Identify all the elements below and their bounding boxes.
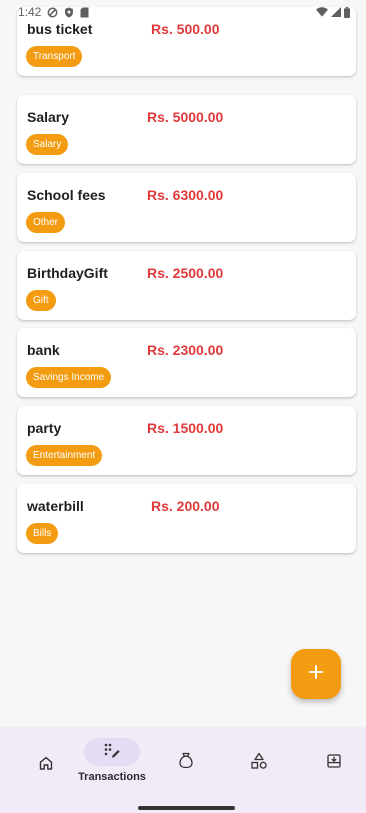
status-bar: 1:42 [0, 0, 366, 24]
nav-icon-container [158, 749, 214, 777]
transaction-title: School fees [27, 187, 106, 203]
nav-item-budget[interactable] [149, 727, 223, 813]
plus-icon [308, 664, 324, 685]
nav-label-transactions: Transactions [78, 771, 146, 783]
nav-item-home[interactable] [9, 727, 83, 813]
transaction-title: BirthdayGift [27, 265, 108, 281]
transaction-amount: Rs. 5000.00 [147, 109, 224, 125]
status-right [316, 6, 350, 18]
transaction-card[interactable]: party Rs. 1500.00 Entertainment [17, 406, 356, 475]
nav-icon-container [84, 738, 140, 766]
signal-icon [331, 7, 341, 17]
status-left: 1:42 [18, 5, 89, 19]
transaction-amount: Rs. 2300.00 [147, 342, 224, 358]
nav-icon-container [306, 749, 362, 777]
transaction-card[interactable]: School fees Rs. 6300.00 Other [17, 173, 356, 242]
category-chip: Gift [26, 290, 56, 311]
archive-icon [326, 753, 342, 774]
category-chip: Salary [26, 134, 69, 155]
wifi-icon [316, 7, 328, 17]
transaction-amount: Rs. 2500.00 [147, 265, 224, 281]
gesture-handle[interactable] [138, 806, 235, 810]
home-icon [38, 755, 54, 776]
transaction-card[interactable]: Salary Rs. 5000.00 Salary [17, 95, 356, 164]
category-chip: Other [26, 212, 66, 233]
transaction-card[interactable]: BirthdayGift Rs. 2500.00 Gift [17, 251, 356, 320]
nav-item-transactions[interactable]: Transactions [75, 727, 149, 813]
battery-icon [344, 6, 350, 18]
nav-item-categories[interactable] [222, 727, 296, 813]
money-bag-icon [178, 752, 194, 774]
shapes-icon [250, 752, 268, 775]
nav-icon-container [231, 749, 287, 777]
transaction-title: waterbill [27, 498, 84, 514]
transaction-card[interactable]: bank Rs. 2300.00 Savings Income [17, 328, 356, 397]
add-transaction-button[interactable] [291, 649, 341, 699]
transaction-title: party [27, 420, 62, 436]
nav-item-archive[interactable] [297, 727, 366, 813]
do-not-disturb-icon [47, 7, 58, 18]
transaction-title: bank [27, 342, 60, 358]
category-chip: Savings Income [26, 367, 112, 388]
transactions-icon [103, 742, 121, 763]
category-chip: Entertainment [26, 445, 103, 466]
category-chip: Transport [26, 46, 83, 67]
category-chip: Bills [26, 523, 59, 544]
transaction-title: Salary [27, 109, 70, 125]
status-time: 1:42 [18, 5, 42, 19]
nav-icon-container [18, 751, 74, 779]
sim-card-icon [80, 7, 89, 18]
transaction-amount: Rs. 6300.00 [147, 187, 224, 203]
transaction-amount: Rs. 1500.00 [147, 420, 224, 436]
transaction-amount: Rs. 200.00 [151, 498, 220, 514]
app-screen: 1:42 bus ticket Rs. 500.00 Transport Sal… [0, 0, 366, 813]
bottom-navigation: Transactions [0, 727, 366, 813]
shield-icon [64, 6, 74, 18]
transaction-card[interactable]: waterbill Rs. 200.00 Bills [17, 484, 356, 553]
